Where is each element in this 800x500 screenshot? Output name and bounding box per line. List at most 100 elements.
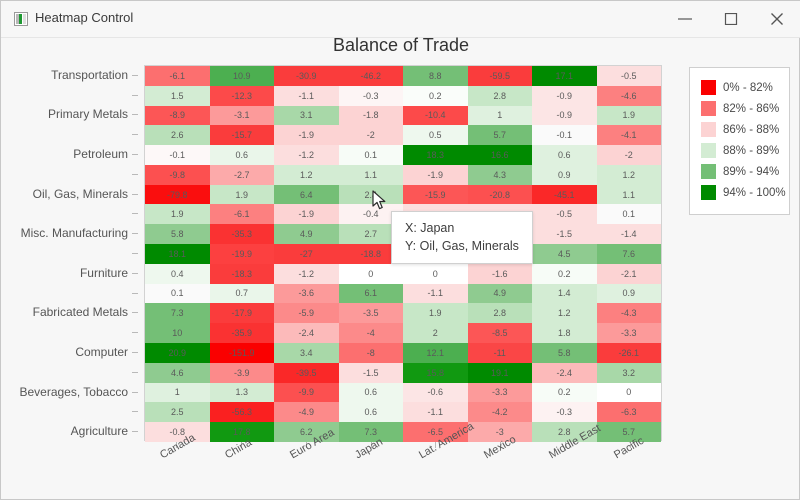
heatmap-cell[interactable]: -8.9 xyxy=(145,105,210,126)
heatmap-cell[interactable]: -11 xyxy=(467,342,532,363)
heatmap-cell[interactable]: 6.1 xyxy=(338,283,403,304)
heatmap-cell[interactable]: -45.1 xyxy=(532,184,597,205)
heatmap-cell[interactable]: -0.1 xyxy=(532,125,597,146)
heatmap-cell[interactable]: 4.9 xyxy=(274,224,339,245)
heatmap-cell[interactable]: -1.1 xyxy=(403,283,468,304)
heatmap-cell[interactable]: 7.3 xyxy=(145,303,210,324)
heatmap-cell[interactable]: -79.8 xyxy=(145,184,210,205)
heatmap-cell[interactable]: 0.2 xyxy=(532,263,597,284)
heatmap-cell[interactable]: 1.9 xyxy=(209,184,274,205)
heatmap-cell[interactable]: -15.7 xyxy=(209,125,274,146)
heatmap-cell[interactable]: -1.9 xyxy=(403,164,468,185)
heatmap-cell[interactable]: 0.7 xyxy=(209,283,274,304)
heatmap-cell[interactable]: 1.5 xyxy=(145,85,210,106)
heatmap-cell[interactable]: -2.7 xyxy=(209,164,274,185)
heatmap-cell[interactable]: -1.8 xyxy=(338,105,403,126)
heatmap-cell[interactable]: -3.9 xyxy=(209,362,274,383)
heatmap-cell[interactable]: 0 xyxy=(338,263,403,284)
heatmap-cell[interactable]: 5.8 xyxy=(532,342,597,363)
heatmap-cell[interactable]: -0.3 xyxy=(532,402,597,423)
heatmap-cell[interactable]: -1.9 xyxy=(274,204,339,225)
heatmap-cell[interactable]: 12.1 xyxy=(403,342,468,363)
heatmap-cell[interactable]: 2.8 xyxy=(467,303,532,324)
heatmap-cell[interactable]: -35.3 xyxy=(209,224,274,245)
legend-item[interactable]: 94% - 100% xyxy=(701,182,789,203)
heatmap-cell[interactable]: 0.1 xyxy=(145,283,210,304)
heatmap-cell[interactable]: -0.5 xyxy=(532,204,597,225)
heatmap-cell[interactable]: -12.3 xyxy=(209,85,274,106)
heatmap-cell[interactable]: -19.9 xyxy=(209,244,274,264)
heatmap-cell[interactable]: 0.6 xyxy=(338,382,403,403)
heatmap-cell[interactable]: 0.5 xyxy=(403,125,468,146)
heatmap-cell[interactable]: 2.8 xyxy=(467,85,532,106)
heatmap-cell[interactable]: -1.6 xyxy=(467,263,532,284)
legend-item[interactable]: 89% - 94% xyxy=(701,161,789,182)
heatmap-cell[interactable]: -46.2 xyxy=(338,66,403,86)
heatmap-cell[interactable]: -39.5 xyxy=(274,362,339,383)
heatmap-cell[interactable]: -3.1 xyxy=(209,105,274,126)
heatmap-cell[interactable]: 1 xyxy=(467,105,532,126)
heatmap-cell[interactable]: 3.4 xyxy=(274,342,339,363)
heatmap-cell[interactable]: 8.8 xyxy=(403,66,468,86)
heatmap-cell[interactable]: 0.1 xyxy=(596,204,661,225)
heatmap-cell[interactable]: -1.2 xyxy=(274,145,339,165)
heatmap-cell[interactable]: -9.9 xyxy=(274,382,339,403)
heatmap-cell[interactable]: -10.4 xyxy=(403,105,468,126)
heatmap-cell[interactable]: 1.9 xyxy=(596,105,661,126)
heatmap-cell[interactable]: 1 xyxy=(145,382,210,403)
heatmap-cell[interactable]: -56.3 xyxy=(209,402,274,423)
heatmap-cell[interactable]: 2 xyxy=(403,323,468,343)
heatmap-cell[interactable]: 0 xyxy=(403,263,468,284)
heatmap-cell[interactable]: -6.1 xyxy=(145,66,210,86)
heatmap-cell[interactable]: -3.6 xyxy=(274,283,339,304)
heatmap-cell[interactable]: -0.9 xyxy=(532,85,597,106)
heatmap-cell[interactable]: -59.5 xyxy=(467,66,532,86)
heatmap-cell[interactable]: -2.1 xyxy=(596,263,661,284)
heatmap-cell[interactable]: 4.3 xyxy=(467,164,532,185)
heatmap-cell[interactable]: -4.2 xyxy=(467,402,532,423)
heatmap-cell[interactable]: -1.2 xyxy=(274,263,339,284)
heatmap-cell[interactable]: -20.8 xyxy=(467,184,532,205)
heatmap-cell[interactable]: -9.8 xyxy=(145,164,210,185)
heatmap-cell[interactable]: -4.9 xyxy=(274,402,339,423)
heatmap-cell[interactable]: -3.3 xyxy=(596,323,661,343)
heatmap-cell[interactable]: -5.9 xyxy=(274,303,339,324)
heatmap-cell[interactable]: 18.1 xyxy=(145,244,210,264)
heatmap-cell[interactable]: -0.5 xyxy=(596,66,661,86)
heatmap-cell[interactable]: 5.8 xyxy=(145,224,210,245)
heatmap-cell[interactable]: -4.3 xyxy=(596,303,661,324)
heatmap-cell[interactable]: 0.6 xyxy=(338,402,403,423)
heatmap-cell[interactable]: -6.3 xyxy=(596,402,661,423)
heatmap-cell[interactable]: 1.2 xyxy=(274,164,339,185)
heatmap-cell[interactable]: -1.4 xyxy=(596,224,661,245)
heatmap-cell[interactable]: 3.1 xyxy=(274,105,339,126)
heatmap-cell[interactable]: 6.4 xyxy=(274,184,339,205)
maximize-button[interactable] xyxy=(708,1,754,36)
heatmap-cell[interactable]: -1.9 xyxy=(274,125,339,146)
heatmap-cell[interactable]: -27 xyxy=(274,244,339,264)
heatmap-cell[interactable]: 5.7 xyxy=(467,125,532,146)
heatmap-cell[interactable]: 0.2 xyxy=(532,382,597,403)
heatmap-cell[interactable]: 16.6 xyxy=(467,145,532,165)
heatmap-cell[interactable]: -0.6 xyxy=(403,382,468,403)
heatmap-cell[interactable]: -6.1 xyxy=(209,204,274,225)
minimize-button[interactable] xyxy=(662,1,708,36)
heatmap-cell[interactable]: -4.1 xyxy=(596,125,661,146)
legend-item[interactable]: 82% - 86% xyxy=(701,98,789,119)
heatmap-cell[interactable]: -35.9 xyxy=(209,323,274,343)
heatmap-cell[interactable]: 1.4 xyxy=(532,283,597,304)
heatmap-cell[interactable]: -0.1 xyxy=(145,145,210,165)
heatmap-cell[interactable]: 7.3 xyxy=(338,422,403,442)
heatmap-cell[interactable]: 1.9 xyxy=(145,204,210,225)
heatmap-cell[interactable]: 15.8 xyxy=(403,362,468,383)
heatmap-cell[interactable]: -2 xyxy=(338,125,403,146)
heatmap-cell[interactable]: -2 xyxy=(596,145,661,165)
heatmap-cell[interactable]: 4.9 xyxy=(467,283,532,304)
heatmap-cell[interactable]: 10.9 xyxy=(209,66,274,86)
heatmap-cell[interactable]: -2.4 xyxy=(274,323,339,343)
heatmap-cell[interactable]: 10 xyxy=(145,323,210,343)
heatmap-cell[interactable]: -4.6 xyxy=(596,85,661,106)
heatmap-cell[interactable]: 0.9 xyxy=(532,164,597,185)
heatmap-cell[interactable]: 18.3 xyxy=(403,145,468,165)
heatmap-cell[interactable]: -3 xyxy=(467,422,532,442)
